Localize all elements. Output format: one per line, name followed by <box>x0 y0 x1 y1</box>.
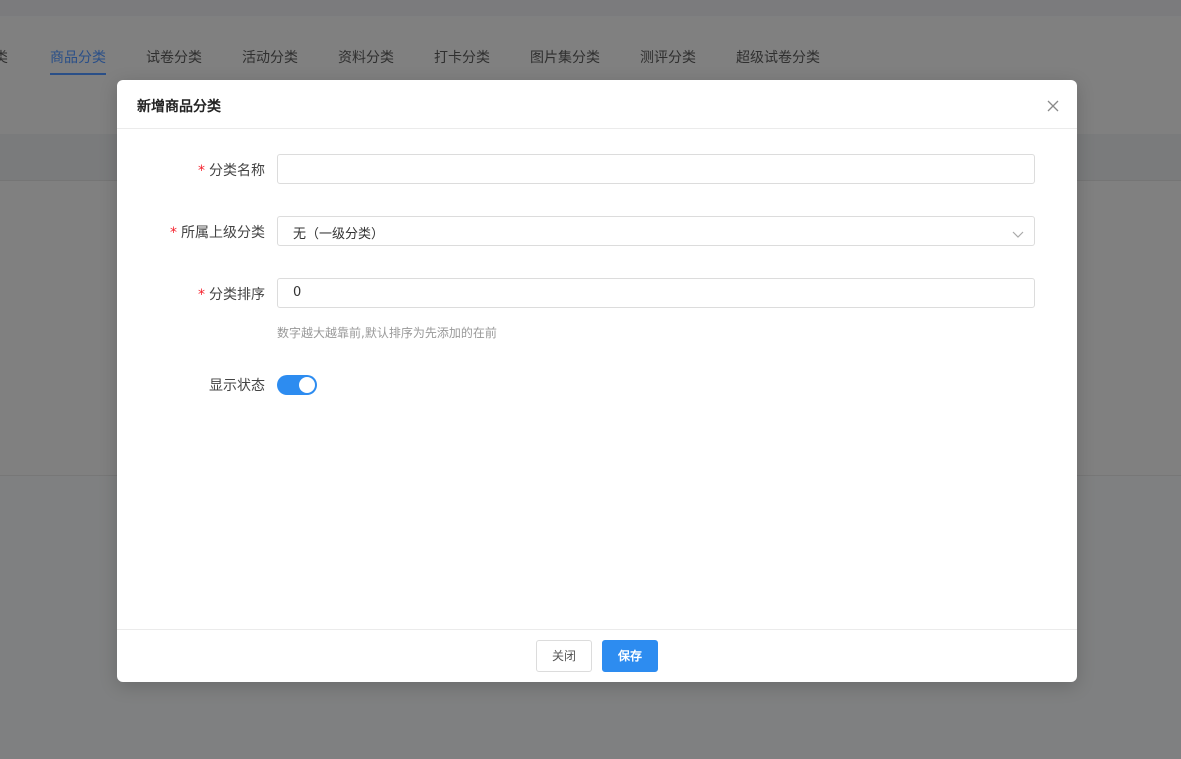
sort-order-input[interactable]: 0 <box>277 278 1035 308</box>
active-tab-indicator <box>50 73 106 75</box>
sort-field-label: * 分类排序 <box>198 287 265 303</box>
tab-super-exam-category[interactable]: 超级试卷分类 <box>736 47 820 67</box>
close-button[interactable]: 关闭 <box>536 640 592 672</box>
dialog-header: 新增商品分类 <box>117 80 1077 129</box>
tab-product-category[interactable]: 商品分类 <box>50 47 106 67</box>
tab-partial[interactable]: 类 <box>0 47 8 67</box>
required-mark: * <box>170 225 177 241</box>
toggle-knob <box>299 377 315 393</box>
tab-exam-category[interactable]: 试卷分类 <box>146 47 202 67</box>
parent-field-label: * 所属上级分类 <box>170 225 265 241</box>
tab-activity-category[interactable]: 活动分类 <box>242 47 298 67</box>
status-field-label: 显示状态 <box>209 378 265 394</box>
parent-category-select[interactable]: 无（一级分类） <box>277 216 1035 246</box>
close-icon[interactable] <box>1043 96 1063 116</box>
add-category-dialog: 新增商品分类 * 分类名称 * 所属上级分类 无（一级分类） * 分类排序 0 数字越… <box>117 80 1077 682</box>
required-mark: * <box>198 163 205 179</box>
tab-material-category[interactable]: 资料分类 <box>338 47 394 67</box>
parent-category-value: 无（一级分类） <box>293 227 385 242</box>
required-mark: * <box>198 287 205 303</box>
top-bar <box>0 0 1181 16</box>
tab-checkin-category[interactable]: 打卡分类 <box>434 47 490 67</box>
sort-order-hint: 数字越大越靠前,默认排序为先添加的在前 <box>277 326 497 340</box>
sort-order-value: 0 <box>293 285 302 300</box>
name-field-label: * 分类名称 <box>198 163 265 179</box>
dialog-footer: 关闭 保存 <box>117 629 1077 683</box>
display-status-toggle[interactable] <box>277 375 317 395</box>
dialog-title: 新增商品分类 <box>137 99 221 115</box>
category-name-input[interactable] <box>277 154 1035 184</box>
chevron-down-icon <box>1012 225 1024 238</box>
tab-assessment-category[interactable]: 测评分类 <box>640 47 696 67</box>
close-icon-glyph <box>1047 100 1059 112</box>
save-button[interactable]: 保存 <box>602 640 658 672</box>
tab-gallery-category[interactable]: 图片集分类 <box>530 47 600 67</box>
